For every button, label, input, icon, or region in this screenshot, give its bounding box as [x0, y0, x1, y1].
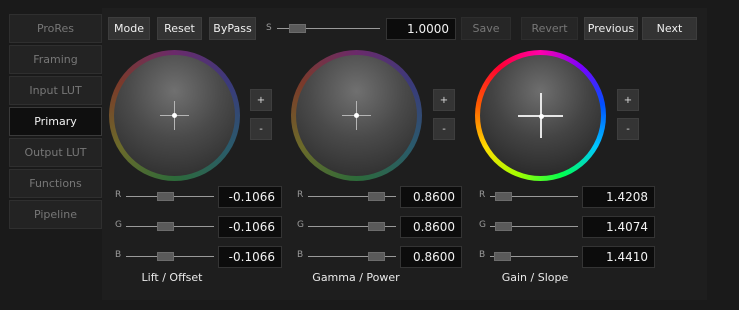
saturation-slider-thumb[interactable]: [289, 24, 306, 33]
lift-b-slider-thumb[interactable]: [157, 252, 174, 261]
gamma-r-value-field[interactable]: 0.8600: [400, 186, 462, 208]
save-button[interactable]: Save: [461, 17, 511, 40]
sidebar-item-primary[interactable]: Primary: [9, 107, 102, 136]
gamma-g-label: G: [297, 220, 304, 230]
gamma-b-label: B: [297, 250, 304, 260]
lift-g-slider-thumb[interactable]: [157, 222, 174, 231]
gain-minus-button[interactable]: -: [617, 118, 639, 140]
lift-color-wheel[interactable]: [109, 50, 240, 181]
saturation-label: S: [266, 23, 272, 33]
lift-b-value-field[interactable]: -0.1066: [218, 246, 282, 268]
lift-b-label: B: [115, 250, 122, 260]
next-button[interactable]: Next: [642, 17, 697, 40]
gamma-r-slider-thumb[interactable]: [368, 192, 385, 201]
mode-button[interactable]: Mode: [108, 17, 150, 40]
sidebar-item-input-lut[interactable]: Input LUT: [9, 76, 102, 105]
lift-position-dot-icon[interactable]: [172, 113, 177, 118]
gain-color-wheel[interactable]: [475, 50, 606, 181]
gamma-b-value-field[interactable]: 0.8600: [400, 246, 462, 268]
previous-button[interactable]: Previous: [584, 17, 638, 40]
gain-r-label: R: [479, 190, 486, 200]
gain-g-slider-thumb[interactable]: [495, 222, 512, 231]
gain-b-slider-thumb[interactable]: [494, 252, 511, 261]
gamma-plus-button[interactable]: +: [433, 89, 455, 111]
lift-r-value-field[interactable]: -0.1066: [218, 186, 282, 208]
sidebar-item-prores[interactable]: ProRes: [9, 14, 102, 43]
gamma-color-wheel[interactable]: [291, 50, 422, 181]
sidebar-item-pipeline[interactable]: Pipeline: [9, 200, 102, 229]
lift-caption: Lift / Offset: [141, 271, 203, 284]
lift-g-label: G: [115, 220, 122, 230]
gamma-caption: Gamma / Power: [312, 271, 400, 284]
gain-g-value-field[interactable]: 1.4074: [582, 216, 655, 238]
primary-grading-panel: Mode Reset ByPass S 1.0000 Save Revert P…: [102, 8, 707, 300]
sidebar-item-functions[interactable]: Functions: [9, 169, 102, 198]
bypass-button[interactable]: ByPass: [209, 17, 256, 40]
gain-r-value-field[interactable]: 1.4208: [582, 186, 655, 208]
lift-r-label: R: [115, 190, 122, 200]
gain-b-value-field[interactable]: 1.4410: [582, 246, 655, 268]
lift-minus-button[interactable]: -: [250, 118, 272, 140]
gamma-b-slider-thumb[interactable]: [368, 252, 385, 261]
gamma-minus-button[interactable]: -: [433, 118, 455, 140]
lift-g-value-field[interactable]: -0.1066: [218, 216, 282, 238]
gain-b-label: B: [479, 250, 486, 260]
revert-button[interactable]: Revert: [521, 17, 578, 40]
sidebar-item-output-lut[interactable]: Output LUT: [9, 138, 102, 167]
lift-plus-button[interactable]: +: [250, 89, 272, 111]
gain-r-slider-thumb[interactable]: [495, 192, 512, 201]
gain-caption: Gain / Slope: [501, 271, 569, 284]
reset-button[interactable]: Reset: [157, 17, 202, 40]
gain-g-label: G: [479, 220, 486, 230]
saturation-value-field[interactable]: 1.0000: [386, 18, 456, 40]
gamma-position-dot-icon[interactable]: [354, 113, 359, 118]
lift-r-slider-thumb[interactable]: [157, 192, 174, 201]
sidebar-item-framing[interactable]: Framing: [9, 45, 102, 74]
gain-plus-button[interactable]: +: [617, 89, 639, 111]
gamma-r-label: R: [297, 190, 304, 200]
gamma-g-slider-thumb[interactable]: [368, 222, 385, 231]
gamma-g-value-field[interactable]: 0.8600: [400, 216, 462, 238]
gain-position-dot-icon[interactable]: [539, 114, 544, 119]
sidebar-nav: ProRes Framing Input LUT Primary Output …: [9, 14, 102, 231]
